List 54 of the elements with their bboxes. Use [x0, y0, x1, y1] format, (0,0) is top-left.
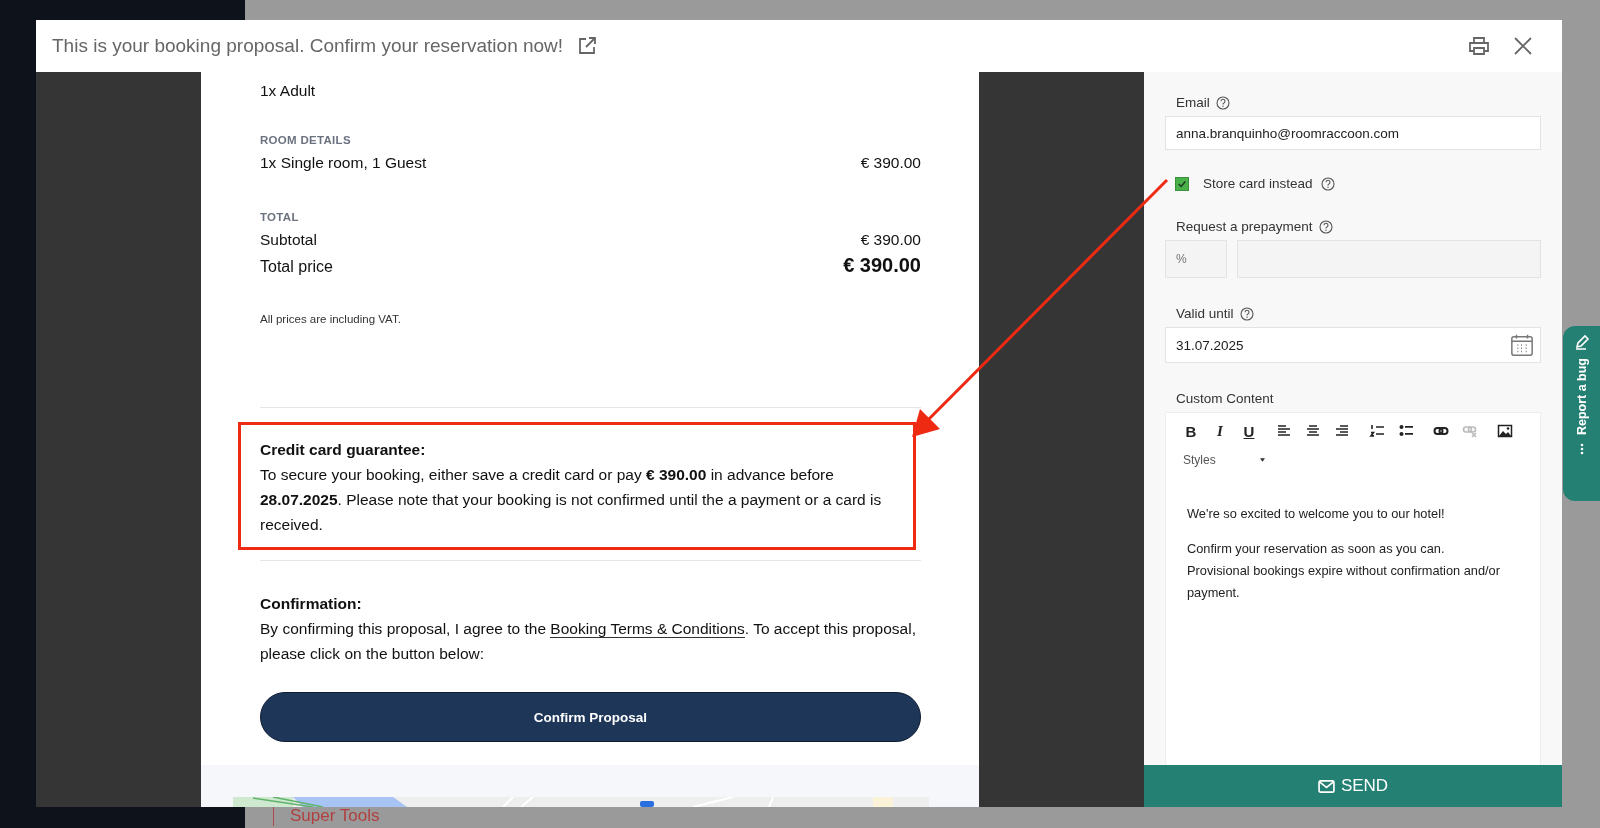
section-heading: ROOM DETAILS [260, 134, 352, 146]
confirm-proposal-button[interactable]: Confirm Proposal [260, 692, 921, 742]
send-button[interactable]: SEND [1144, 765, 1562, 807]
total-label: Subtotal [260, 230, 317, 250]
format-button[interactable]: U [1241, 422, 1257, 440]
report-bug-tab[interactable]: Report a bug [1563, 326, 1600, 501]
close-icon[interactable] [1514, 37, 1532, 55]
total-amount: € 390.00 [860, 230, 921, 250]
align-left-icon[interactable] [1276, 423, 1292, 439]
caret-icon [1259, 458, 1265, 462]
modal-title: This is your booking proposal. Confirm your reservation now! [52, 35, 564, 57]
help-icon[interactable] [1215, 95, 1230, 110]
editor-text: Confirm your reservation as soon as you can. [1187, 540, 1446, 558]
check-icon [1177, 178, 1187, 189]
format-button[interactable]: B [1183, 422, 1199, 440]
more-icon [1579, 443, 1584, 456]
styles-dropdown[interactable]: Styles [1183, 453, 1265, 467]
terms-link[interactable]: Booking Terms & Conditions [550, 620, 745, 638]
image-icon[interactable] [1497, 423, 1513, 439]
align-right-icon[interactable] [1334, 423, 1350, 439]
ordered-list-icon[interactable] [1369, 423, 1385, 439]
field-label: Request a prepayment [1176, 219, 1313, 234]
bullet-list-icon[interactable] [1398, 423, 1414, 439]
editor-text: Provisional bookings expire without confirmation and/or payment. [1187, 562, 1501, 602]
external-link-icon[interactable] [577, 36, 598, 56]
pencil-icon [1573, 334, 1590, 350]
calendar-icon[interactable] [1510, 333, 1534, 357]
total-label: Total price [260, 257, 333, 277]
vat-note: All prices are including VAT. [260, 313, 402, 325]
total-amount: € 390.00 [843, 253, 921, 278]
align-center-icon[interactable] [1305, 423, 1321, 439]
room-label: 1x Single room, 1 Guest [260, 153, 427, 173]
section-heading: TOTAL [260, 211, 300, 223]
field-label: Email [1176, 95, 1210, 110]
rich-text-editor[interactable]: B I U Styles We're so excited to welcome you to our hotel! Confirm your reservation as soon as you can. Provisional bookings expire without confirmation and/or payment. [1165, 412, 1541, 765]
help-icon[interactable] [1320, 176, 1335, 191]
field-label: Custom Content [1176, 391, 1274, 406]
guarantee-title: Credit card guarantee: [260, 440, 427, 460]
checkbox-label: Store card instead [1203, 176, 1313, 191]
print-icon[interactable] [1468, 36, 1490, 56]
confirmation-title: Confirmation: [260, 594, 363, 614]
help-icon[interactable] [1239, 306, 1254, 321]
email-field[interactable]: anna.branquinho@roomraccoon.com [1165, 116, 1541, 150]
guarantee-text: To secure your booking, either save a credit card or pay € 390.00 in advance before 28.07.2025. Please note that your booking is not confirmed until the a payment or a card is received. [260, 465, 883, 535]
field-label: Valid until [1176, 306, 1234, 321]
date-field[interactable]: 31.07.2025 [1165, 327, 1541, 363]
store-card-checkbox[interactable] [1175, 176, 1189, 191]
help-icon[interactable] [1318, 219, 1333, 234]
format-button[interactable]: I [1212, 422, 1228, 440]
mail-icon [1317, 779, 1335, 793]
guest-count: 1x Adult [260, 82, 317, 100]
editor-text: We're so excited to welcome you to our hotel! [1187, 505, 1446, 523]
confirmation-text: By confirming this proposal, I agree to the Booking Terms & Conditions. To accept this proposal, please click on the button below: [260, 619, 917, 664]
room-price: € 390.00 [860, 153, 921, 173]
